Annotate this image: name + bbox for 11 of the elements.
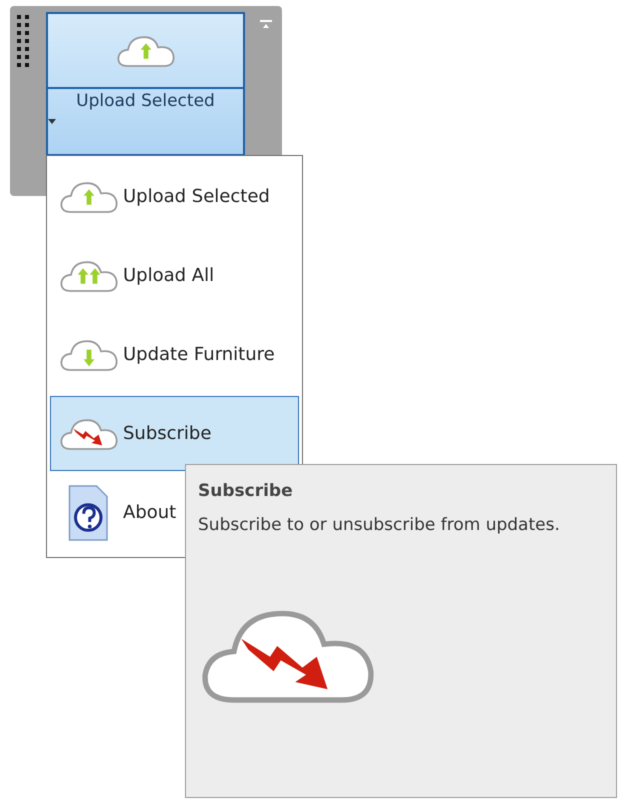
caret-icon — [48, 119, 56, 124]
grip-icon — [16, 14, 30, 70]
collapse-icon[interactable] — [260, 20, 272, 30]
menu-item[interactable]: Subscribe — [50, 396, 299, 471]
menu-item[interactable]: Upload All — [50, 238, 299, 313]
button-label: Upload Selected — [75, 91, 216, 111]
tooltip-description: Subscribe to or unsubscribe from updates. — [198, 515, 560, 535]
tooltip-title: Subscribe — [198, 481, 293, 501]
menu-item[interactable]: Update Furniture — [50, 317, 299, 392]
upload-split-button[interactable]: Upload Selected — [46, 12, 245, 156]
menu-item[interactable]: Upload Selected — [50, 159, 299, 234]
